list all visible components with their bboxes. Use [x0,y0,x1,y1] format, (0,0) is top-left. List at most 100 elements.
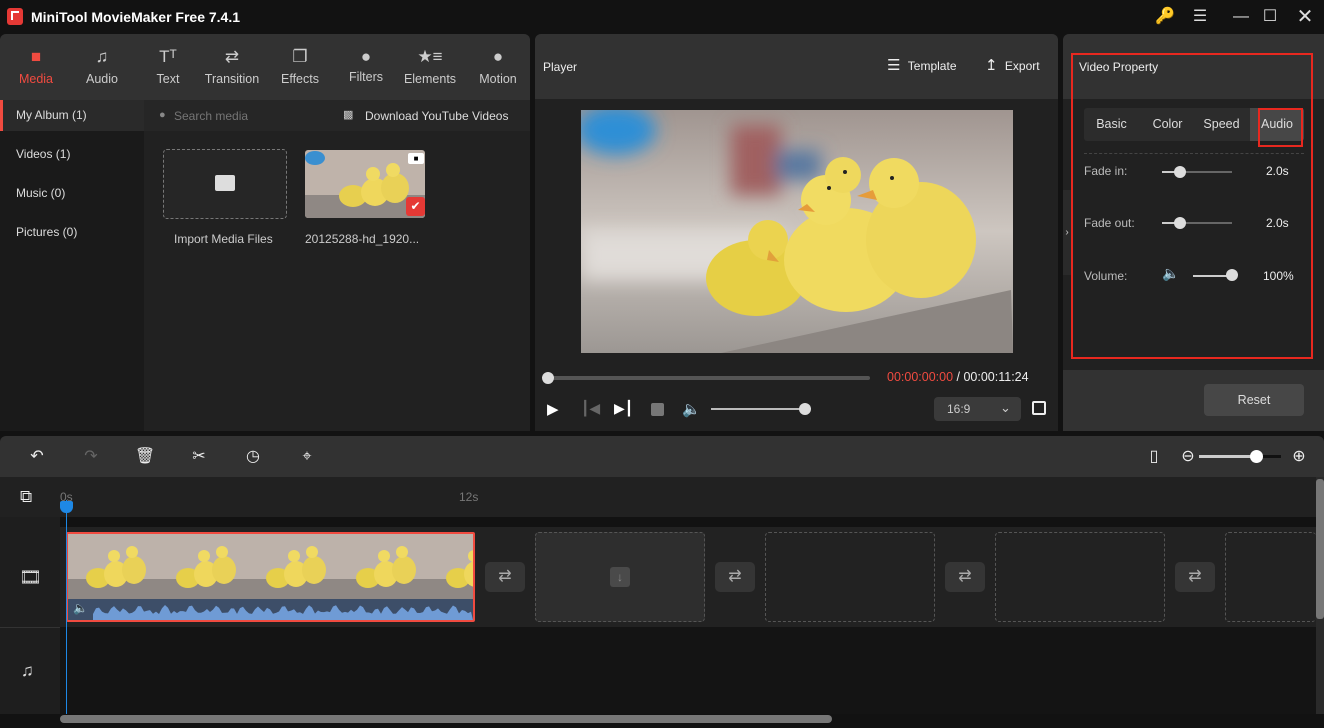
next-frame-button[interactable]: ▶┃ [614,400,633,417]
fade-in-value: 2.0s [1266,164,1289,178]
add-track-icon[interactable]: ⧉ [20,487,32,507]
track-divider [0,627,60,628]
tab-filters[interactable]: ● Filters [334,34,398,100]
tab-color[interactable]: Color [1140,108,1195,141]
volume-icon[interactable]: 🔈 [1162,265,1179,282]
audio-track[interactable] [60,627,1316,714]
youtube-download-icon: ▩ [343,109,354,121]
clip-volume-icon[interactable]: 🔈 [73,601,88,615]
player-volume-slider[interactable] [711,408,805,410]
close-icon[interactable]: ✕ [1292,6,1318,28]
search-input[interactable] [174,106,324,126]
undo-icon[interactable]: ↶ [26,446,48,468]
fullscreen-icon[interactable] [1032,401,1046,415]
album-item-pictures[interactable]: Pictures (0) [0,217,144,248]
tab-audio[interactable]: ♫ Audio [70,34,134,100]
timeline-zoom-handle[interactable] [1250,450,1263,463]
tab-text[interactable]: Tᵀ Text [136,34,200,100]
video-clip[interactable]: 🔈 [66,532,475,622]
menu-icon[interactable]: ☰ [1187,6,1213,28]
empty-slot-2[interactable] [765,532,935,622]
title-bar: MiniTool MovieMaker Free 7.4.1 🔑 ☰ — ☐ ✕ [0,0,1324,34]
tab-speed[interactable]: Speed [1194,108,1249,141]
album-item-music[interactable]: Music (0) [0,178,144,209]
play-button[interactable]: ▶ [547,400,559,418]
reset-button[interactable]: Reset [1204,384,1304,416]
zoom-out-icon[interactable]: ⊖ [1177,446,1199,468]
seek-bar[interactable] [548,376,870,380]
layers-icon: ☰ [887,57,901,74]
filters-icon: ● [360,47,372,66]
aspect-ratio-select[interactable]: 16:9 ⌄ [934,397,1021,421]
media-item-video[interactable]: ■ ✔ [305,150,425,218]
minimize-icon[interactable]: — [1228,6,1254,28]
audio-waveform: 🔈 [68,599,473,620]
property-panel: Video Property Basic Color Speed Audio F… [1063,34,1324,431]
empty-slot-1[interactable]: ↓ [535,532,705,622]
clip-frame-shape [216,546,228,558]
video-track-icon: 🎞 [19,567,42,587]
video-type-icon: ■ [408,153,424,164]
previous-frame-button[interactable]: ┃◀ [581,400,600,417]
seek-handle[interactable] [542,372,554,384]
media-grid: Import Media Files ■ ✔ 20125288-hd_1920.… [144,131,530,431]
motion-icon: ● [492,47,504,66]
crop-icon[interactable]: ⌖ [296,446,318,468]
fade-out-handle[interactable] [1174,217,1186,229]
empty-slot-3[interactable] [995,532,1165,622]
album-item-my-album[interactable]: My Album (1) [0,100,144,131]
transition-slot-1[interactable]: ⇄ [485,562,525,592]
redo-icon[interactable]: ↷ [80,446,102,468]
tab-media[interactable]: ■ Media [4,34,68,100]
player-volume-handle[interactable] [799,403,811,415]
vertical-scroll-thumb[interactable] [1316,479,1324,619]
fade-out-label: Fade out: [1084,216,1135,230]
player-header: Player ☰ Template ↥ Export [535,34,1058,99]
import-media-button[interactable] [163,149,287,219]
clip-frame-shape [108,550,120,562]
volume-label: Volume: [1084,269,1128,283]
download-youtube-link[interactable]: Download YouTube Videos [365,109,508,123]
transition-slot-3[interactable]: ⇄ [945,562,985,592]
transition-slot-4[interactable]: ⇄ [1175,562,1215,592]
effects-icon: ❐ [292,47,308,66]
volume-handle[interactable] [1226,269,1238,281]
collapse-panel-button[interactable]: › [1063,190,1071,275]
tab-motion[interactable]: ● Motion [466,34,530,100]
album-list: My Album (1) Videos (1) Music (0) Pictur… [0,100,144,431]
folder-icon: ■ [30,47,42,66]
empty-slot-4[interactable] [1225,532,1316,622]
template-button[interactable]: ☰ Template [887,56,957,78]
video-preview[interactable] [581,110,1013,353]
export-button[interactable]: ↥ Export [985,56,1040,78]
tab-elements[interactable]: ★≡ Elements [400,34,460,100]
stop-button[interactable] [651,403,664,416]
timeline-zoom-slider[interactable] [1199,455,1257,458]
waveform-shape [93,605,473,620]
fit-timeline-icon[interactable]: ▯ [1143,446,1165,468]
clip-frame-shape [288,550,300,562]
speed-icon[interactable]: ◷ [242,446,264,468]
volume-value: 100% [1263,269,1294,283]
video-filename: 20125288-hd_1920... [305,232,420,246]
split-icon[interactable]: ✂ [188,446,210,468]
clip-frame-shape [212,556,236,584]
clip-frame-shape [378,550,390,562]
fade-in-handle[interactable] [1174,166,1186,178]
transition-slot-2[interactable]: ⇄ [715,562,755,592]
tab-audio[interactable]: Audio [1250,108,1304,141]
volume-icon[interactable]: 🔈 [682,400,701,418]
key-icon[interactable]: 🔑 [1152,6,1178,28]
ruler-mark-12: 12s [459,490,479,504]
tab-transition[interactable]: ⇄ Transition [199,34,265,100]
delete-icon[interactable]: 🗑 [134,446,156,468]
tab-basic[interactable]: Basic [1084,108,1139,141]
checked-icon: ✔ [406,197,425,216]
playhead-handle[interactable] [60,501,73,513]
property-header: Video Property [1063,34,1324,99]
maximize-icon[interactable]: ☐ [1257,6,1283,28]
zoom-in-icon[interactable]: ⊕ [1288,446,1310,468]
horizontal-scrollbar[interactable] [60,715,832,723]
tab-effects[interactable]: ❐ Effects [268,34,332,100]
album-item-videos[interactable]: Videos (1) [0,139,144,170]
